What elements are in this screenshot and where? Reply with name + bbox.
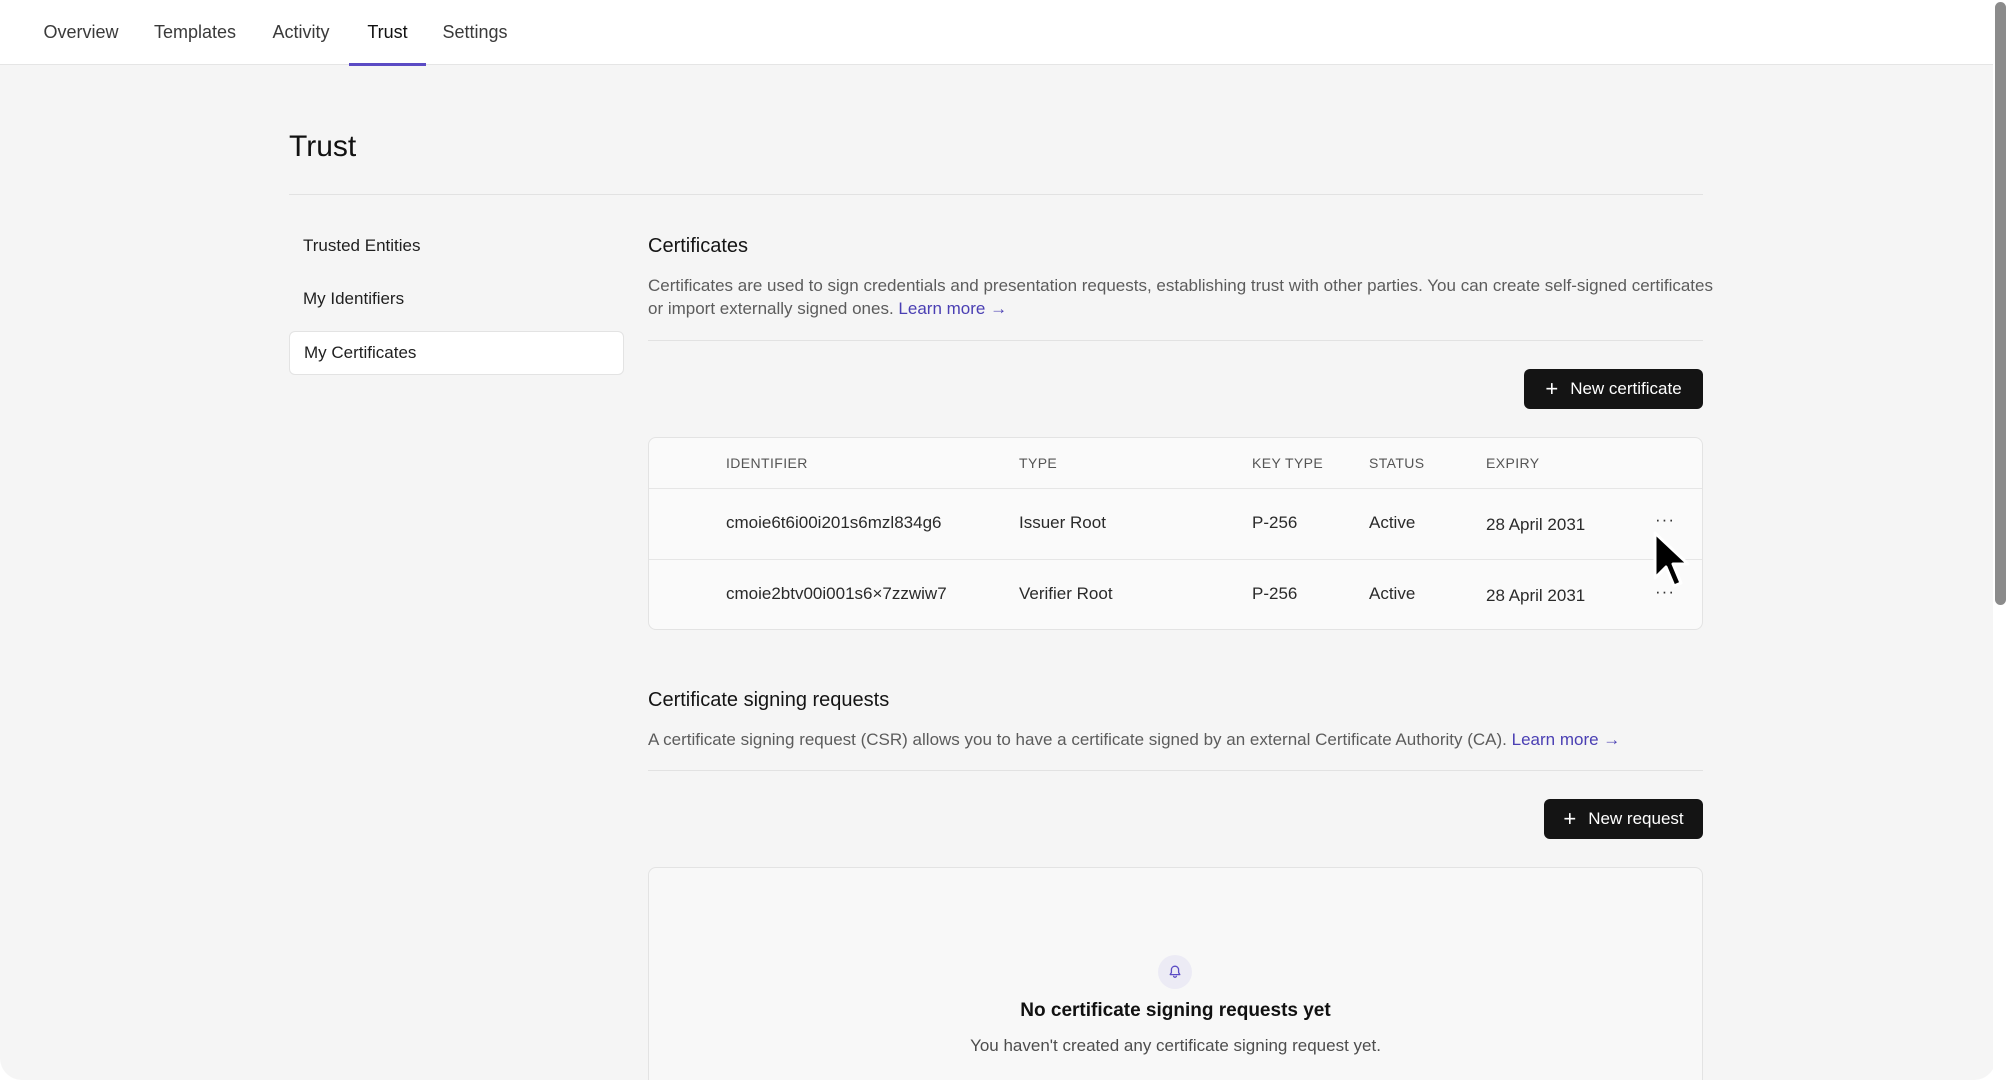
- certificates-description: Certificates are used to sign credential…: [648, 274, 1728, 320]
- certificates-table: IDENTIFIER TYPE KEY TYPE STATUS EXPIRY c…: [648, 437, 1703, 630]
- cell-key-type: P-256: [1252, 584, 1298, 603]
- csr-learn-more-link[interactable]: Learn more →: [1512, 730, 1621, 749]
- plus-icon: +: [1545, 376, 1559, 401]
- tab-overview[interactable]: Overview: [31, 0, 131, 65]
- empty-state-subtitle: You haven't created any certificate sign…: [970, 1036, 1381, 1055]
- cell-type: Issuer Root: [1019, 513, 1106, 532]
- column-header-expiry: EXPIRY: [1486, 455, 1540, 471]
- cell-status: Active: [1369, 584, 1416, 603]
- csr-description: A certificate signing request (CSR) allo…: [648, 728, 1728, 751]
- app-frame: Overview Templates Activity Trust Settin…: [0, 0, 1996, 1080]
- csr-description-text: A certificate signing request (CSR) allo…: [648, 730, 1507, 749]
- certificates-learn-more-link[interactable]: Learn more →: [898, 299, 1007, 318]
- page-title: Trust: [289, 130, 357, 163]
- sidebar-item-my-certificates[interactable]: My Certificates: [289, 331, 624, 375]
- cell-identifier: cmoie6t6i00i201s6mzl834g6: [726, 513, 942, 532]
- cell-expiry: 28 April 2031: [1486, 586, 1586, 605]
- cell-type: Verifier Root: [1019, 584, 1113, 603]
- new-request-button[interactable]: + New request: [1544, 799, 1703, 839]
- column-header-key-type: KEY TYPE: [1252, 455, 1324, 471]
- sidebar-item-label: Trusted Entities: [303, 236, 421, 255]
- new-request-label: New request: [1588, 809, 1684, 828]
- plus-icon: +: [1563, 806, 1577, 831]
- bell-icon-svg: [1169, 965, 1181, 979]
- certificates-divider: [648, 340, 1703, 341]
- certificates-description-text: Certificates are used to sign credential…: [648, 276, 1713, 318]
- scrollbar-thumb[interactable]: [1995, 2, 2006, 605]
- new-certificate-label: New certificate: [1570, 379, 1682, 398]
- tab-trust[interactable]: Trust: [349, 0, 426, 66]
- cell-key-type: P-256: [1252, 513, 1298, 532]
- csr-title: Certificate signing requests: [648, 689, 890, 711]
- tab-activity[interactable]: Activity: [265, 0, 337, 65]
- cell-status: Active: [1369, 513, 1416, 532]
- sidebar-item-trusted-entities[interactable]: Trusted Entities: [289, 224, 624, 268]
- row-actions-more-icon[interactable]: ···: [1655, 510, 1675, 530]
- sidebar-item-my-identifiers[interactable]: My Identifiers: [289, 277, 624, 321]
- csr-divider: [648, 770, 1703, 771]
- new-certificate-button[interactable]: + New certificate: [1524, 369, 1703, 409]
- column-header-type: TYPE: [1019, 455, 1058, 471]
- column-header-status: STATUS: [1369, 455, 1425, 471]
- certificates-title: Certificates: [648, 235, 749, 257]
- top-navigation: Overview Templates Activity Trust Settin…: [0, 0, 1996, 66]
- cell-expiry: 28 April 2031: [1486, 515, 1586, 534]
- sidebar-item-label: My Identifiers: [303, 289, 405, 308]
- sidebar-item-label: My Certificates: [304, 343, 417, 362]
- title-divider: [289, 194, 1703, 195]
- bell-icon: [1158, 955, 1192, 989]
- cell-identifier: cmoie2btv00i001s6×7zzwiw7: [726, 584, 947, 603]
- empty-state-title: No certificate signing requests yet: [1020, 1000, 1331, 1021]
- column-header-identifier: IDENTIFIER: [726, 455, 808, 471]
- tab-settings[interactable]: Settings: [438, 0, 512, 65]
- mouse-cursor-icon: [1653, 531, 1690, 588]
- tab-templates[interactable]: Templates: [147, 0, 243, 65]
